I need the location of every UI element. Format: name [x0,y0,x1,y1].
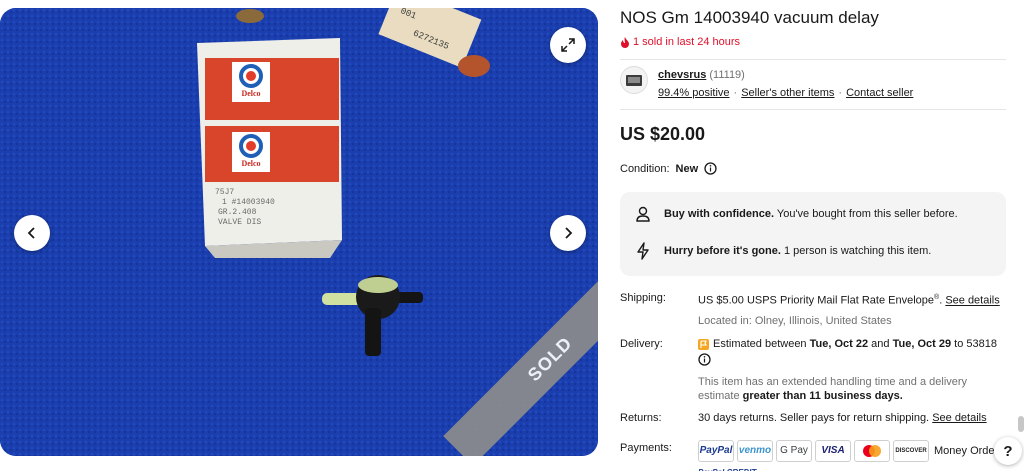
store-icon [626,75,642,86]
delivery-prefix: Estimated between [713,338,807,350]
box-label-line-3: GR.2.408 [218,208,257,217]
delivery-zip: to 53818 [954,338,997,350]
delivery-start-date: Tue, Oct 22 [809,338,869,350]
paypal-credit-logo: PayPal CREDIT [698,465,1018,471]
delivery-and: and [871,338,890,350]
expand-icon [561,38,575,52]
previous-image-button[interactable] [14,215,50,251]
returns-label: Returns: [620,412,662,424]
mastercard-logo [854,440,890,462]
money-order-text: Money Order [934,445,999,457]
item-location: Located in: Olney, Illinois, United Stat… [698,314,892,327]
seller-feedback-count: (11119) [709,69,745,81]
hurry-row: Hurry before it's gone. 1 person is watc… [634,242,931,260]
separator: · [733,87,738,99]
buy-confidence-row: Buy with confidence. You've bought from … [634,205,958,223]
delivery-end-date: Tue, Oct 29 [892,338,952,350]
contact-seller-link[interactable]: Contact seller [846,84,913,102]
visa-logo: VISA [815,440,851,462]
fire-icon [621,36,629,48]
item-price: US $20.00 [620,124,706,144]
box-label-line-2: 1 #14003940 [222,198,275,207]
shipping-section: Shipping: US $5.00 USPS Priority Mail Fl… [620,292,1000,327]
google-pay-logo: G Pay [776,440,812,462]
expand-button[interactable] [550,27,586,63]
seller-positive-link[interactable]: 99.4% positive [658,84,730,102]
divider [620,59,1006,60]
returns-section: Returns: 30 days returns. Seller pays fo… [620,410,1006,428]
mastercard-icon [863,445,881,457]
registered-mark: ® [934,294,940,301]
image-gallery[interactable]: 001 6272135 Delco Delco 75J7 1 #14003940… [0,8,598,456]
shipping-see-details-link[interactable]: See details [945,295,999,307]
delivery-note-bold: greater than 11 business days. [742,390,903,402]
info-icon[interactable] [704,162,717,175]
shipping-label: Shipping: [620,292,666,304]
chevron-right-icon [565,227,573,239]
scrollbar-thumb[interactable] [1018,416,1024,432]
listing-title: NOS Gm 14003940 vacuum delay [620,8,879,27]
sold-recently-badge: 1 sold in last 24 hours [620,36,740,48]
sold-recently-text: 1 sold in last 24 hours [633,36,741,48]
divider [620,109,1006,110]
seller-name-link[interactable]: chevsrus [658,69,706,81]
payments-section: Payments: PayPal venmo G Pay VISA DISCOV… [620,440,1020,474]
separator: · [838,87,843,99]
help-button[interactable]: ? [994,437,1022,465]
seller-card: chevsrus (11119) 99.4% positive · Seller… [620,66,913,102]
delivery-label: Delivery: [620,338,663,350]
payments-label: Payments: [620,442,672,454]
box-label-line-4: VALVE DIS [218,218,261,227]
buy-confidence-text: You've bought from this seller before. [776,208,958,220]
shipping-cost: US $5.00 [698,294,744,307]
box-brand-bottom: Delco [241,159,260,168]
condition-row: Condition: New [620,162,717,175]
seller-other-items-link[interactable]: Seller's other items [741,84,834,102]
discover-logo: DISCOVER [893,440,929,462]
condition-label: Condition: [620,162,670,175]
shipping-service: USPS Priority Mail Flat Rate Envelope [746,294,935,307]
delivery-section: Delivery: Estimated between Tue, Oct 22 … [620,336,1006,402]
handling-flag-icon [698,338,709,350]
box-label-line-1: 75J7 [215,188,234,197]
next-image-button[interactable] [550,215,586,251]
buy-confidence-bold: Buy with confidence. [664,208,775,220]
hurry-text: 1 person is watching this item. [783,245,932,257]
paypal-logo: PayPal [698,440,734,462]
returns-see-details-link[interactable]: See details [932,412,986,424]
condition-value: New [675,162,699,175]
confidence-box: Buy with confidence. You've bought from … [620,192,1006,276]
venmo-logo: venmo [737,440,773,462]
lightning-icon [637,242,649,260]
payment-methods: PayPal venmo G Pay VISA DISCOVER Money O… [698,440,1018,462]
returns-text: 30 days returns. Seller pays for return … [698,412,930,424]
hurry-bold: Hurry before it's gone. [664,245,781,257]
seller-avatar[interactable] [620,66,648,94]
delco-box: Delco Delco 75J7 1 #14003940 GR.2.408 VA… [197,38,342,258]
info-icon[interactable] [698,353,711,366]
chevron-left-icon [27,227,35,239]
box-brand-top: Delco [241,89,260,98]
person-icon [636,206,650,222]
